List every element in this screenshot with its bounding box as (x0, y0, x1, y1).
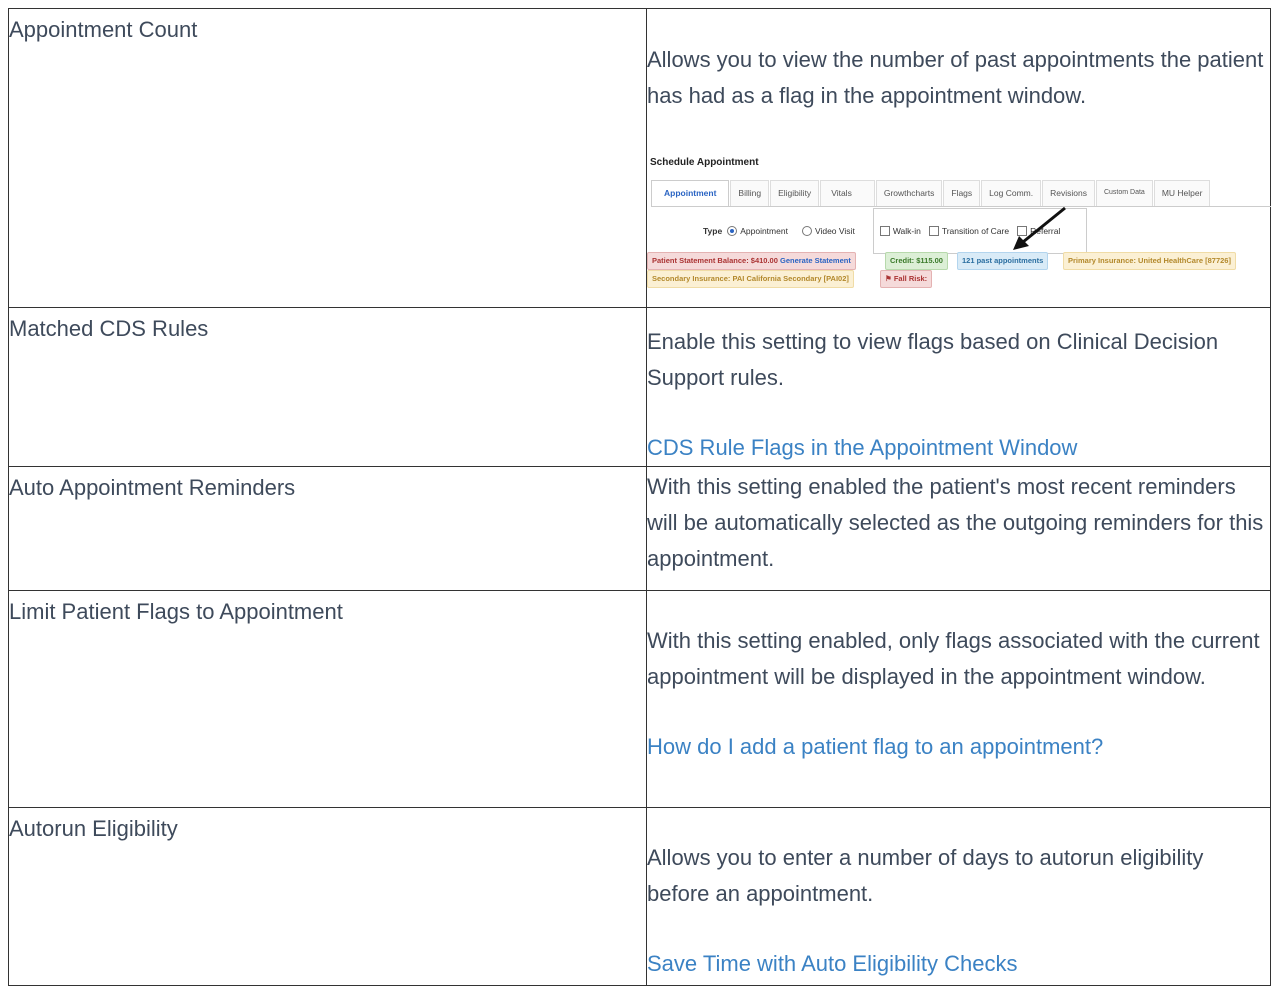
setting-name-cell: Appointment Count (8, 8, 647, 308)
pointer-arrow-icon (1013, 206, 1066, 250)
settings-table: Appointment Count Allows you to view the… (8, 8, 1271, 986)
table-row: Auto Appointment Reminders With this set… (8, 466, 1271, 591)
setting-description: Allows you to view the number of past ap… (647, 47, 1264, 108)
auto-eligibility-link[interactable]: Save Time with Auto Eligibility Checks (647, 951, 1018, 976)
appointment-window-screenshot: Schedule Appointment Appointment Billing… (647, 148, 1271, 288)
table-row: Autorun Eligibility Allows you to enter … (8, 807, 1271, 986)
setting-description: Enable this setting to view flags based … (647, 329, 1219, 390)
setting-description: With this setting enabled, only flags as… (647, 628, 1260, 689)
setting-description: With this setting enabled the patient's … (647, 474, 1264, 571)
setting-name: Autorun Eligibility (9, 816, 178, 841)
setting-name-cell: Autorun Eligibility (8, 807, 647, 986)
setting-name: Matched CDS Rules (9, 316, 209, 341)
setting-name-cell: Limit Patient Flags to Appointment (8, 590, 647, 808)
setting-name: Appointment Count (9, 17, 198, 42)
setting-description: Allows you to enter a number of days to … (647, 845, 1204, 906)
cds-rule-flags-link[interactable]: CDS Rule Flags in the Appointment Window (647, 435, 1077, 460)
description-cell: With this setting enabled the patient's … (646, 466, 1271, 591)
setting-name: Limit Patient Flags to Appointment (9, 599, 343, 624)
setting-name-cell: Auto Appointment Reminders (8, 466, 647, 591)
description-cell: Enable this setting to view flags based … (646, 307, 1271, 467)
table-row: Limit Patient Flags to Appointment With … (8, 590, 1271, 808)
description-cell: Allows you to enter a number of days to … (646, 807, 1271, 986)
table-row: Matched CDS Rules Enable this setting to… (8, 307, 1271, 467)
description-cell: With this setting enabled, only flags as… (646, 590, 1271, 808)
setting-name-cell: Matched CDS Rules (8, 307, 647, 467)
description-cell: Allows you to view the number of past ap… (646, 8, 1271, 308)
table-row: Appointment Count Allows you to view the… (8, 8, 1271, 308)
setting-name: Auto Appointment Reminders (9, 475, 296, 500)
add-patient-flag-link[interactable]: How do I add a patient flag to an appoin… (647, 734, 1103, 759)
